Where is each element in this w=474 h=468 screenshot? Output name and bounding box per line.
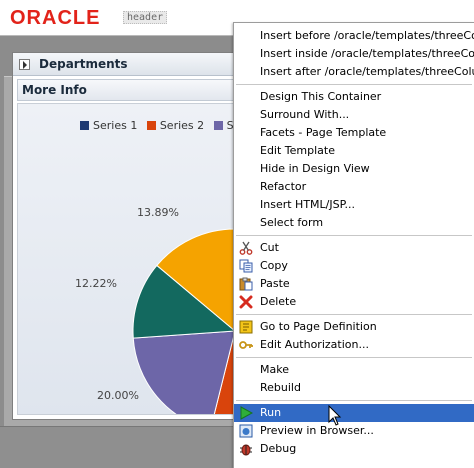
menu-item-surround-with[interactable]: Surround With... [234, 106, 474, 124]
menu-separator [236, 400, 472, 401]
menu-item-cut[interactable]: Cut [234, 239, 474, 257]
menu-item-label: Preview in Browser... [260, 424, 374, 437]
slice-label: 12.22% [75, 277, 117, 290]
menu-item-refactor[interactable]: Refactor [234, 178, 474, 196]
pie-chart: Series 1 Series 2 Series 3 13.89% 12.22%… [17, 103, 249, 415]
menu-item-insert-html-jsp[interactable]: Insert HTML/JSP... [234, 196, 474, 214]
run-icon [239, 406, 254, 420]
menu-item-insert-before-oracle-templates-threecolu[interactable]: Insert before /oracle/templates/threeCol… [234, 27, 474, 45]
page-definition-icon [239, 320, 253, 334]
menu-item-label: Edit Template [260, 144, 335, 157]
oracle-logo: ORACLE [10, 7, 101, 29]
menu-item-label: Cut [260, 241, 279, 254]
header-tag[interactable]: header [123, 11, 168, 24]
menu-item-label: Insert HTML/JSP... [260, 198, 355, 211]
menu-item-preview-in-browser[interactable]: Preview in Browser... [234, 422, 474, 440]
departments-title: Departments [39, 57, 128, 71]
menu-item-rebuild[interactable]: Rebuild [234, 379, 474, 397]
departments-panel: Departments More Info Series 1 Series 2 … [12, 52, 252, 420]
menu-item-label: Facets - Page Template [260, 126, 387, 139]
menu-item-label: Insert after /oracle/templates/threeColu… [260, 65, 474, 78]
menu-item-label: Delete [260, 295, 297, 308]
menu-item-delete[interactable]: Delete [234, 293, 474, 311]
menu-item-label: Hide in Design View [260, 162, 370, 175]
browser-preview-icon [239, 424, 253, 438]
menu-item-label: Paste [260, 277, 290, 290]
menu-item-label: Copy [260, 259, 288, 272]
menu-item-insert-after-oracle-templates-threecolum[interactable]: Insert after /oracle/templates/threeColu… [234, 63, 474, 81]
menu-item-design-this-container[interactable]: Design This Container [234, 88, 474, 106]
menu-item-label: Run [260, 406, 282, 419]
key-icon [239, 338, 253, 352]
menu-item-hide-in-design-view[interactable]: Hide in Design View [234, 160, 474, 178]
menu-separator [236, 357, 472, 358]
menu-separator [236, 314, 472, 315]
context-menu: Insert before /oracle/templates/threeCol… [233, 22, 474, 468]
menu-item-edit-authorization[interactable]: Edit Authorization... [234, 336, 474, 354]
menu-item-label: Make [260, 363, 289, 376]
menu-item-go-to-page-definition[interactable]: Go to Page Definition [234, 318, 474, 336]
menu-item-edit-template[interactable]: Edit Template [234, 142, 474, 160]
menu-item-debug[interactable]: Debug [234, 440, 474, 458]
menu-item-label: Design This Container [260, 90, 382, 103]
menu-item-insert-inside-oracle-templates-threecolu[interactable]: Insert inside /oracle/templates/threeCol… [234, 45, 474, 63]
scissors-icon [239, 241, 253, 255]
delete-icon [239, 295, 253, 309]
menu-item-make[interactable]: Make [234, 361, 474, 379]
debug-icon [239, 442, 253, 456]
menu-item-facets-page-template[interactable]: Facets - Page Template [234, 124, 474, 142]
menu-item-label: Refactor [260, 180, 307, 193]
menu-item-label: Go to Page Definition [260, 320, 377, 333]
more-info-title: More Info [22, 83, 87, 97]
menu-separator [236, 84, 472, 85]
slice-label: 20.00% [97, 389, 139, 402]
menu-item-paste[interactable]: Paste [234, 275, 474, 293]
menu-item-label: Edit Authorization... [260, 338, 369, 351]
departments-header[interactable]: Departments [13, 53, 251, 76]
slice-label: 13.89% [137, 206, 179, 219]
more-info-header[interactable]: More Info [17, 79, 249, 101]
menu-item-label: Rebuild [260, 381, 301, 394]
menu-item-copy[interactable]: Copy [234, 257, 474, 275]
menu-item-select-form[interactable]: Select form [234, 214, 474, 232]
paste-icon [239, 277, 253, 291]
menu-item-label: Insert inside /oracle/templates/threeCol… [260, 47, 474, 60]
pie-svg [132, 228, 248, 414]
menu-separator [236, 235, 472, 236]
menu-item-label: Insert before /oracle/templates/threeCol… [260, 29, 474, 42]
menu-item-label: Debug [260, 442, 297, 455]
menu-item-run[interactable]: Run [234, 404, 474, 422]
expand-icon[interactable] [19, 59, 30, 70]
copy-icon [239, 259, 253, 273]
menu-item-label: Select form [260, 216, 324, 229]
mouse-cursor-icon [328, 405, 342, 426]
menu-item-label: Surround With... [260, 108, 350, 121]
